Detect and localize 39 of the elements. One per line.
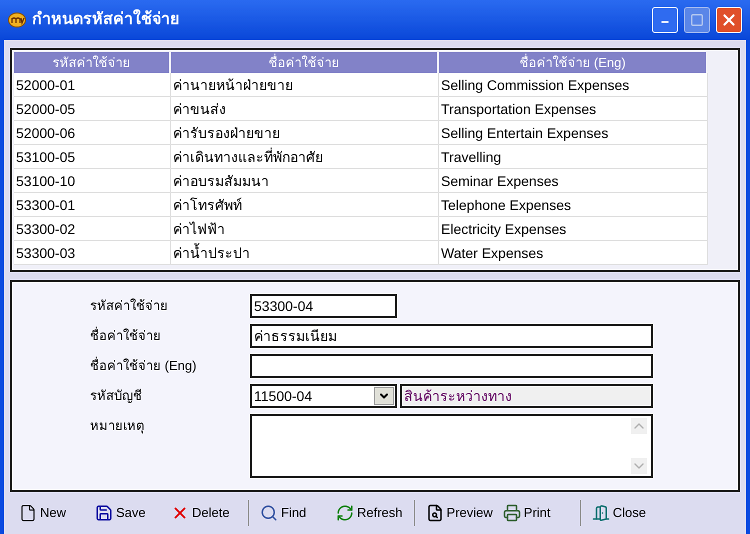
field-label: ชื่อค่าใช้จ่าย (Eng) <box>90 356 198 375</box>
minimize-button[interactable] <box>652 7 678 33</box>
table-cell: ค่าน้ำประปา <box>171 241 439 265</box>
toolbar-button[interactable]: Close <box>588 499 661 527</box>
toolbar-button[interactable]: Refresh <box>333 499 406 527</box>
input-field[interactable]: ค่าธรรมเนียม <box>250 324 653 348</box>
column-header[interactable]: ชื่อค่าใช้จ่าย (Eng) <box>439 52 708 73</box>
close-button[interactable] <box>716 7 742 33</box>
toolbar-button[interactable]: New <box>16 499 88 527</box>
description-field: สินค้าระหว่างทาง <box>400 384 653 408</box>
dropdown-field[interactable]: 11500-04 <box>250 384 397 408</box>
field-label: รหัสบัญชี <box>90 387 143 405</box>
window-title: กำหนดรหัสค่าใช้จ่าย <box>32 8 180 30</box>
toolbar-button[interactable]: Delete <box>168 499 240 527</box>
toolbar-button[interactable]: Save <box>92 499 164 527</box>
door-icon <box>592 504 610 522</box>
search-icon <box>260 504 278 522</box>
field-label: รหัสค่าใช้จ่าย <box>90 297 169 315</box>
toolbar-button[interactable]: Preview <box>422 499 496 527</box>
column-header[interactable]: รหัสค่าใช้จ่าย <box>14 52 171 73</box>
document-search-icon <box>426 504 444 522</box>
notes-field[interactable] <box>250 414 653 478</box>
field-label: ชื่อค่าใช้จ่าย <box>90 326 162 345</box>
toolbar-button[interactable]: Find <box>257 499 329 527</box>
printer-icon <box>502 504 521 522</box>
column-header[interactable]: ชื่อค่าใช้จ่าย <box>171 52 439 73</box>
app-logo-icon <box>8 12 26 28</box>
page-icon <box>19 504 37 522</box>
maximize-icon <box>690 13 704 27</box>
caret-icon <box>374 387 394 405</box>
input-field[interactable]: 53300-04 <box>250 294 397 318</box>
toolbar-button[interactable]: Print <box>500 499 572 527</box>
field-label: หมายเหตุ <box>90 417 145 436</box>
refresh-icon <box>336 504 354 522</box>
input-field[interactable] <box>250 354 653 378</box>
table-cell: Water Expenses <box>439 241 708 265</box>
table-cell: 53300-03 <box>14 241 171 265</box>
maximize-button[interactable] <box>684 7 710 33</box>
save-icon <box>95 504 113 522</box>
